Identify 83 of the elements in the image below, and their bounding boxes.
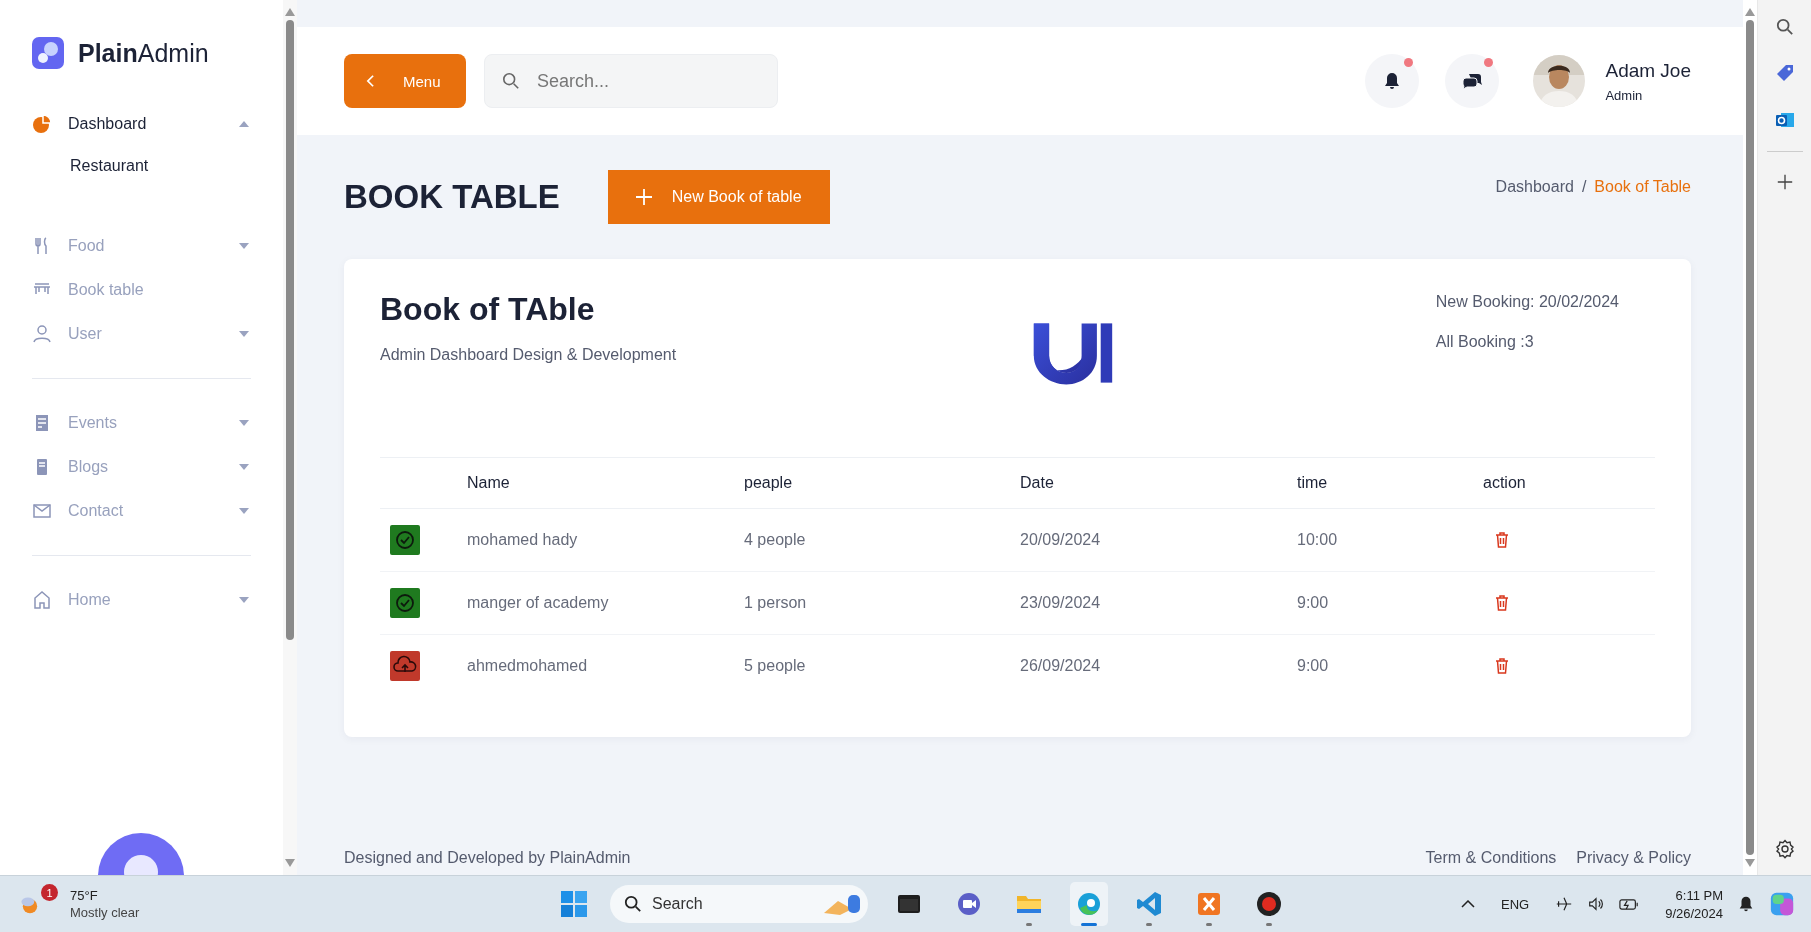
user-name: Adam Joe bbox=[1605, 59, 1691, 82]
clock-date[interactable]: 9/26/2024 bbox=[1665, 905, 1723, 921]
breadcrumb-link[interactable]: Book of Table bbox=[1594, 178, 1691, 196]
taskbar-search-field[interactable]: Search bbox=[610, 885, 868, 923]
plus-icon bbox=[633, 187, 654, 207]
card-subtitle: Admin Dashboard Design & Development bbox=[380, 346, 678, 364]
sidebar-item[interactable]: Dashboard bbox=[32, 102, 251, 146]
chevron-left-icon bbox=[366, 74, 375, 88]
weather-condition: Mostly clear bbox=[70, 905, 140, 920]
table-cell: manger of academy bbox=[466, 571, 743, 635]
delete-icon[interactable] bbox=[1495, 595, 1509, 611]
mail-app-icon[interactable] bbox=[1774, 110, 1795, 130]
airplane-icon[interactable] bbox=[1555, 895, 1574, 913]
column-header: Date bbox=[1019, 457, 1296, 509]
table-cell: 9:00 bbox=[1296, 634, 1482, 697]
footer-link[interactable]: Privacy & Policy bbox=[1576, 849, 1691, 867]
bell-icon[interactable] bbox=[1737, 895, 1755, 913]
table-cell: 4 people bbox=[743, 508, 1019, 572]
breadcrumb-link[interactable]: Dashboard bbox=[1495, 178, 1574, 196]
scroll-down-icon[interactable] bbox=[285, 859, 295, 867]
logo-text: PlainAdmin bbox=[78, 38, 209, 68]
notification-badge: 1 bbox=[41, 884, 58, 901]
scroll-up-icon[interactable] bbox=[1745, 8, 1755, 16]
table-cell: 20/09/2024 bbox=[1019, 508, 1296, 572]
table-cell: ahmedmohamed bbox=[466, 634, 743, 697]
sidebar-item[interactable]: User bbox=[32, 312, 251, 356]
column-header: time bbox=[1296, 457, 1482, 509]
search-icon bbox=[624, 895, 642, 913]
table-cell: 9:00 bbox=[1296, 571, 1482, 635]
footer-credit: Designed and Developed by PlainAdmin bbox=[344, 849, 631, 867]
sidebar-subitem[interactable]: Restaurant bbox=[32, 146, 149, 186]
chevron-up-icon[interactable] bbox=[1461, 900, 1475, 908]
user-role: Admin bbox=[1605, 87, 1644, 103]
table-cell: 10:00 bbox=[1296, 508, 1482, 572]
volume-icon[interactable] bbox=[1587, 895, 1606, 913]
sidebar-item[interactable]: Home bbox=[32, 578, 251, 622]
search-field[interactable]: Search... bbox=[484, 54, 778, 108]
delete-icon[interactable] bbox=[1495, 658, 1509, 674]
scroll-up-icon[interactable] bbox=[285, 8, 295, 16]
page-title: BOOK TABLE bbox=[344, 178, 560, 216]
chat-icon bbox=[1462, 71, 1483, 91]
cloud-upload-icon bbox=[390, 651, 420, 681]
sidebar-item[interactable]: Contact bbox=[32, 489, 251, 533]
battery-icon[interactable] bbox=[1619, 897, 1640, 911]
table-cell: 26/09/2024 bbox=[1019, 634, 1296, 697]
pie-chart-icon bbox=[32, 114, 52, 134]
booking-stat: All Booking :3 bbox=[1435, 333, 1535, 351]
menu-button[interactable]: Menu bbox=[344, 54, 466, 108]
add-icon[interactable] bbox=[1775, 173, 1794, 191]
browser-app-icon[interactable] bbox=[1070, 882, 1108, 926]
booking-stat: New Booking: 20/02/2024 bbox=[1435, 293, 1619, 311]
settings-icon[interactable] bbox=[1774, 839, 1795, 859]
table-cell: 1 person bbox=[743, 571, 1019, 635]
card-title: Book of TAble bbox=[380, 291, 596, 328]
clock-time[interactable]: 6:11 PM bbox=[1675, 887, 1723, 903]
sidebar-item[interactable]: Events bbox=[32, 401, 251, 445]
scrollbar[interactable] bbox=[283, 0, 297, 875]
logo-icon bbox=[32, 37, 64, 69]
sidebar-item[interactable]: Book table bbox=[32, 268, 251, 312]
home-icon bbox=[32, 590, 52, 610]
new-booking-button[interactable]: New Book of table bbox=[607, 170, 830, 224]
table-cell: 5 people bbox=[743, 634, 1019, 697]
user-icon bbox=[32, 324, 52, 344]
sidebar-item[interactable]: Food bbox=[32, 224, 251, 268]
language-indicator[interactable]: ENG bbox=[1501, 896, 1530, 912]
check-badge-icon bbox=[390, 588, 420, 618]
search-icon bbox=[502, 72, 520, 90]
scroll-down-icon[interactable] bbox=[1745, 859, 1755, 867]
mail-icon bbox=[32, 501, 52, 521]
footer-link[interactable]: Term & Conditions bbox=[1425, 849, 1557, 867]
search-icon[interactable] bbox=[1775, 18, 1794, 36]
delete-icon[interactable] bbox=[1495, 532, 1509, 548]
copilot-icon[interactable] bbox=[1769, 891, 1795, 917]
sidebar-item[interactable]: Blogs bbox=[32, 445, 251, 489]
table-cell: mohamed hady bbox=[466, 508, 743, 572]
column-header: Name bbox=[466, 457, 743, 509]
temperature: 75°F bbox=[70, 888, 99, 903]
breadcrumb-separator: / bbox=[1581, 178, 1587, 196]
column-header: action bbox=[1482, 457, 1655, 509]
column-header: peaple bbox=[743, 457, 1019, 509]
table-cell: 23/09/2024 bbox=[1019, 571, 1296, 635]
start-icon[interactable] bbox=[560, 890, 588, 918]
check-badge-icon bbox=[390, 525, 420, 555]
